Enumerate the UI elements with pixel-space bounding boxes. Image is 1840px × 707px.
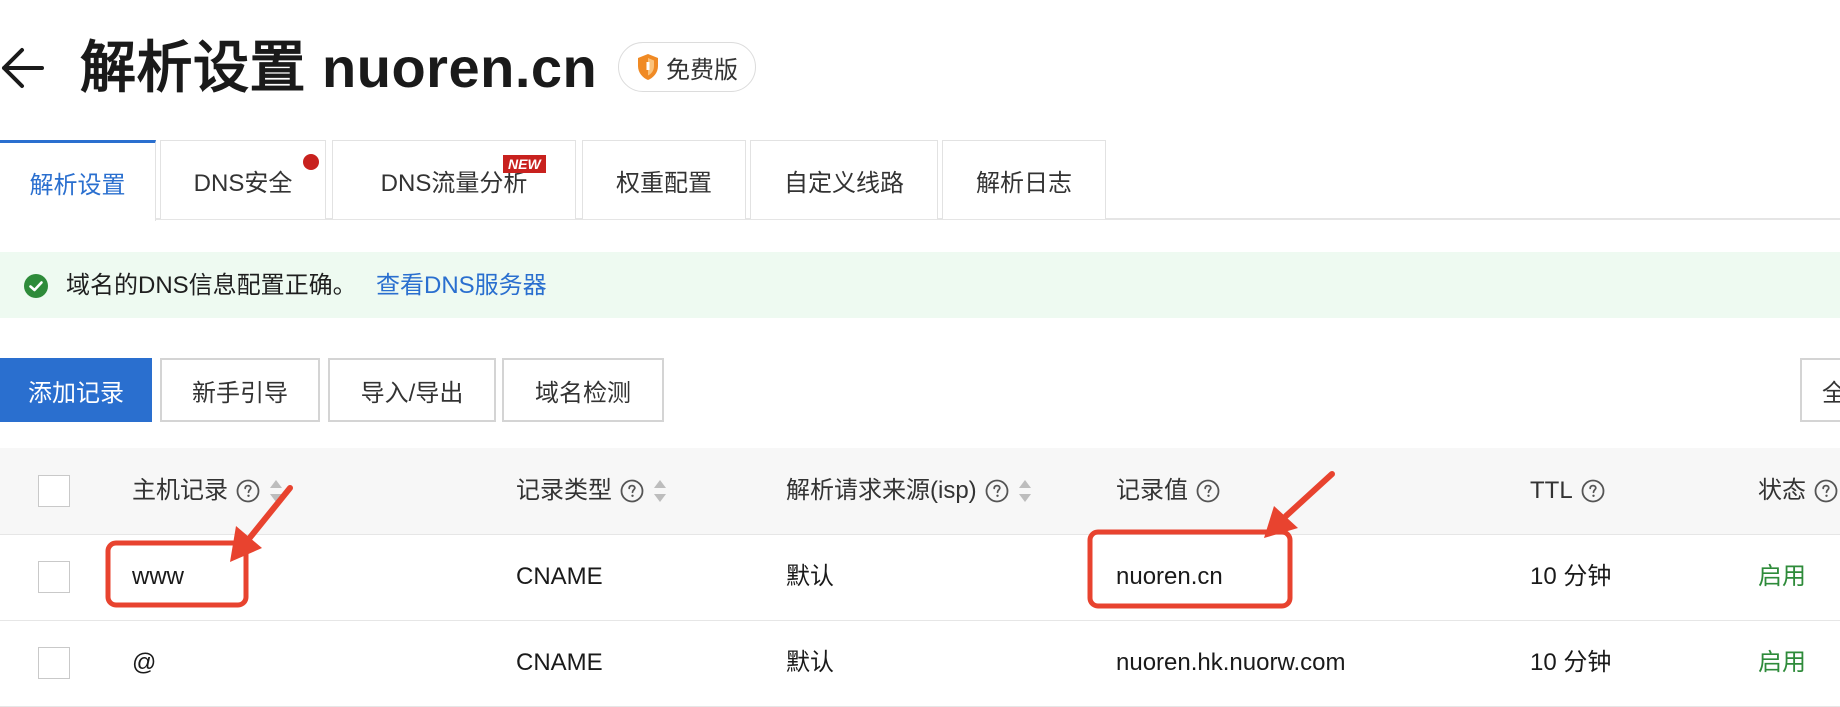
plan-badge: 免费版: [618, 42, 756, 92]
column-header-label: 记录类型: [516, 477, 612, 504]
column-header-label: 状态: [1758, 477, 1806, 504]
table-row: @ CNAME 默认 nuoren.hk.nuorw.com 10 分钟 启用: [0, 620, 1840, 707]
add-record-button[interactable]: 添加记录: [0, 358, 152, 422]
tab-label: DNS安全: [193, 169, 293, 197]
help-circle-icon[interactable]: [236, 479, 260, 503]
value-cell: nuoren.cn: [1116, 563, 1223, 590]
help-circle-icon[interactable]: [985, 479, 1009, 503]
help-circle-icon[interactable]: [1814, 479, 1838, 503]
view-dns-servers-link[interactable]: 查看DNS服务器: [376, 270, 547, 302]
column-header-type: 记录类型: [516, 475, 668, 507]
column-header-label: 主机记录: [132, 477, 228, 504]
type-cell: CNAME: [516, 649, 603, 676]
tab-label: 解析设置: [29, 171, 126, 199]
column-header-ttl: TTL: [1530, 475, 1605, 507]
partial-toolbar-button[interactable]: 全: [1800, 358, 1840, 422]
tab-dns-settings[interactable]: 解析设置: [0, 140, 156, 221]
ttl-cell: 10 分钟: [1530, 649, 1612, 676]
isp-cell: 默认: [786, 563, 834, 590]
row-checkbox[interactable]: [38, 647, 70, 679]
host-cell: @: [132, 649, 157, 676]
tab-label: 自定义线路: [784, 169, 904, 197]
value-cell: nuoren.hk.nuorw.com: [1116, 649, 1346, 676]
column-header-label: 记录值: [1116, 477, 1188, 504]
notification-dot: [303, 154, 319, 170]
status-cell: 启用: [1758, 563, 1806, 590]
guide-button[interactable]: 新手引导: [160, 358, 320, 422]
type-cell: CNAME: [516, 563, 603, 590]
tab-bar: 解析设置 DNS安全 DNS流量分析 NEW 权重配置 自定义线路 解析日志: [0, 140, 1840, 221]
column-header-host: 主机记录: [132, 475, 284, 507]
tab-label: 解析日志: [976, 169, 1072, 197]
sort-icon[interactable]: [268, 477, 284, 505]
tab-label: 权重配置: [616, 169, 712, 197]
sort-icon[interactable]: [1017, 477, 1033, 505]
help-circle-icon[interactable]: [620, 479, 644, 503]
tab-dns-logs[interactable]: 解析日志: [942, 140, 1106, 219]
help-circle-icon[interactable]: [1196, 479, 1220, 503]
plan-badge-label: 免费版: [666, 56, 738, 84]
row-checkbox[interactable]: [38, 561, 70, 593]
column-header-label: TTL: [1530, 477, 1573, 504]
column-header-value: 记录值: [1116, 475, 1220, 507]
import-export-button[interactable]: 导入/导出: [328, 358, 496, 422]
notice-text: 域名的DNS信息配置正确。: [66, 272, 357, 299]
host-cell: www: [132, 563, 184, 590]
shield-icon: [638, 54, 658, 80]
tab-dns-security[interactable]: DNS安全: [160, 140, 326, 219]
check-circle-icon: [24, 274, 48, 298]
tab-custom-lines[interactable]: 自定义线路: [750, 140, 938, 219]
column-header-label: 解析请求来源(isp): [786, 477, 977, 504]
table-header: 主机记录 记录类型 解析请求来源(isp) 记录值 TTL 状态: [0, 448, 1840, 535]
help-circle-icon[interactable]: [1581, 479, 1605, 503]
select-all-checkbox[interactable]: [38, 475, 70, 507]
page-title: 解析设置 nuoren.cn: [80, 36, 598, 99]
tab-weight-config[interactable]: 权重配置: [582, 140, 746, 219]
column-header-status: 状态: [1758, 475, 1838, 507]
status-cell: 启用: [1758, 649, 1806, 676]
domain-check-button[interactable]: 域名检测: [502, 358, 664, 422]
ttl-cell: 10 分钟: [1530, 563, 1612, 590]
isp-cell: 默认: [786, 649, 834, 676]
sort-icon[interactable]: [652, 477, 668, 505]
table-row: www CNAME 默认 nuoren.cn 10 分钟 启用: [0, 534, 1840, 621]
back-arrow-icon[interactable]: [0, 40, 48, 96]
tab-dns-traffic-analysis[interactable]: DNS流量分析 NEW: [332, 140, 576, 219]
column-header-isp: 解析请求来源(isp): [786, 475, 1033, 507]
new-badge: NEW: [503, 155, 546, 173]
